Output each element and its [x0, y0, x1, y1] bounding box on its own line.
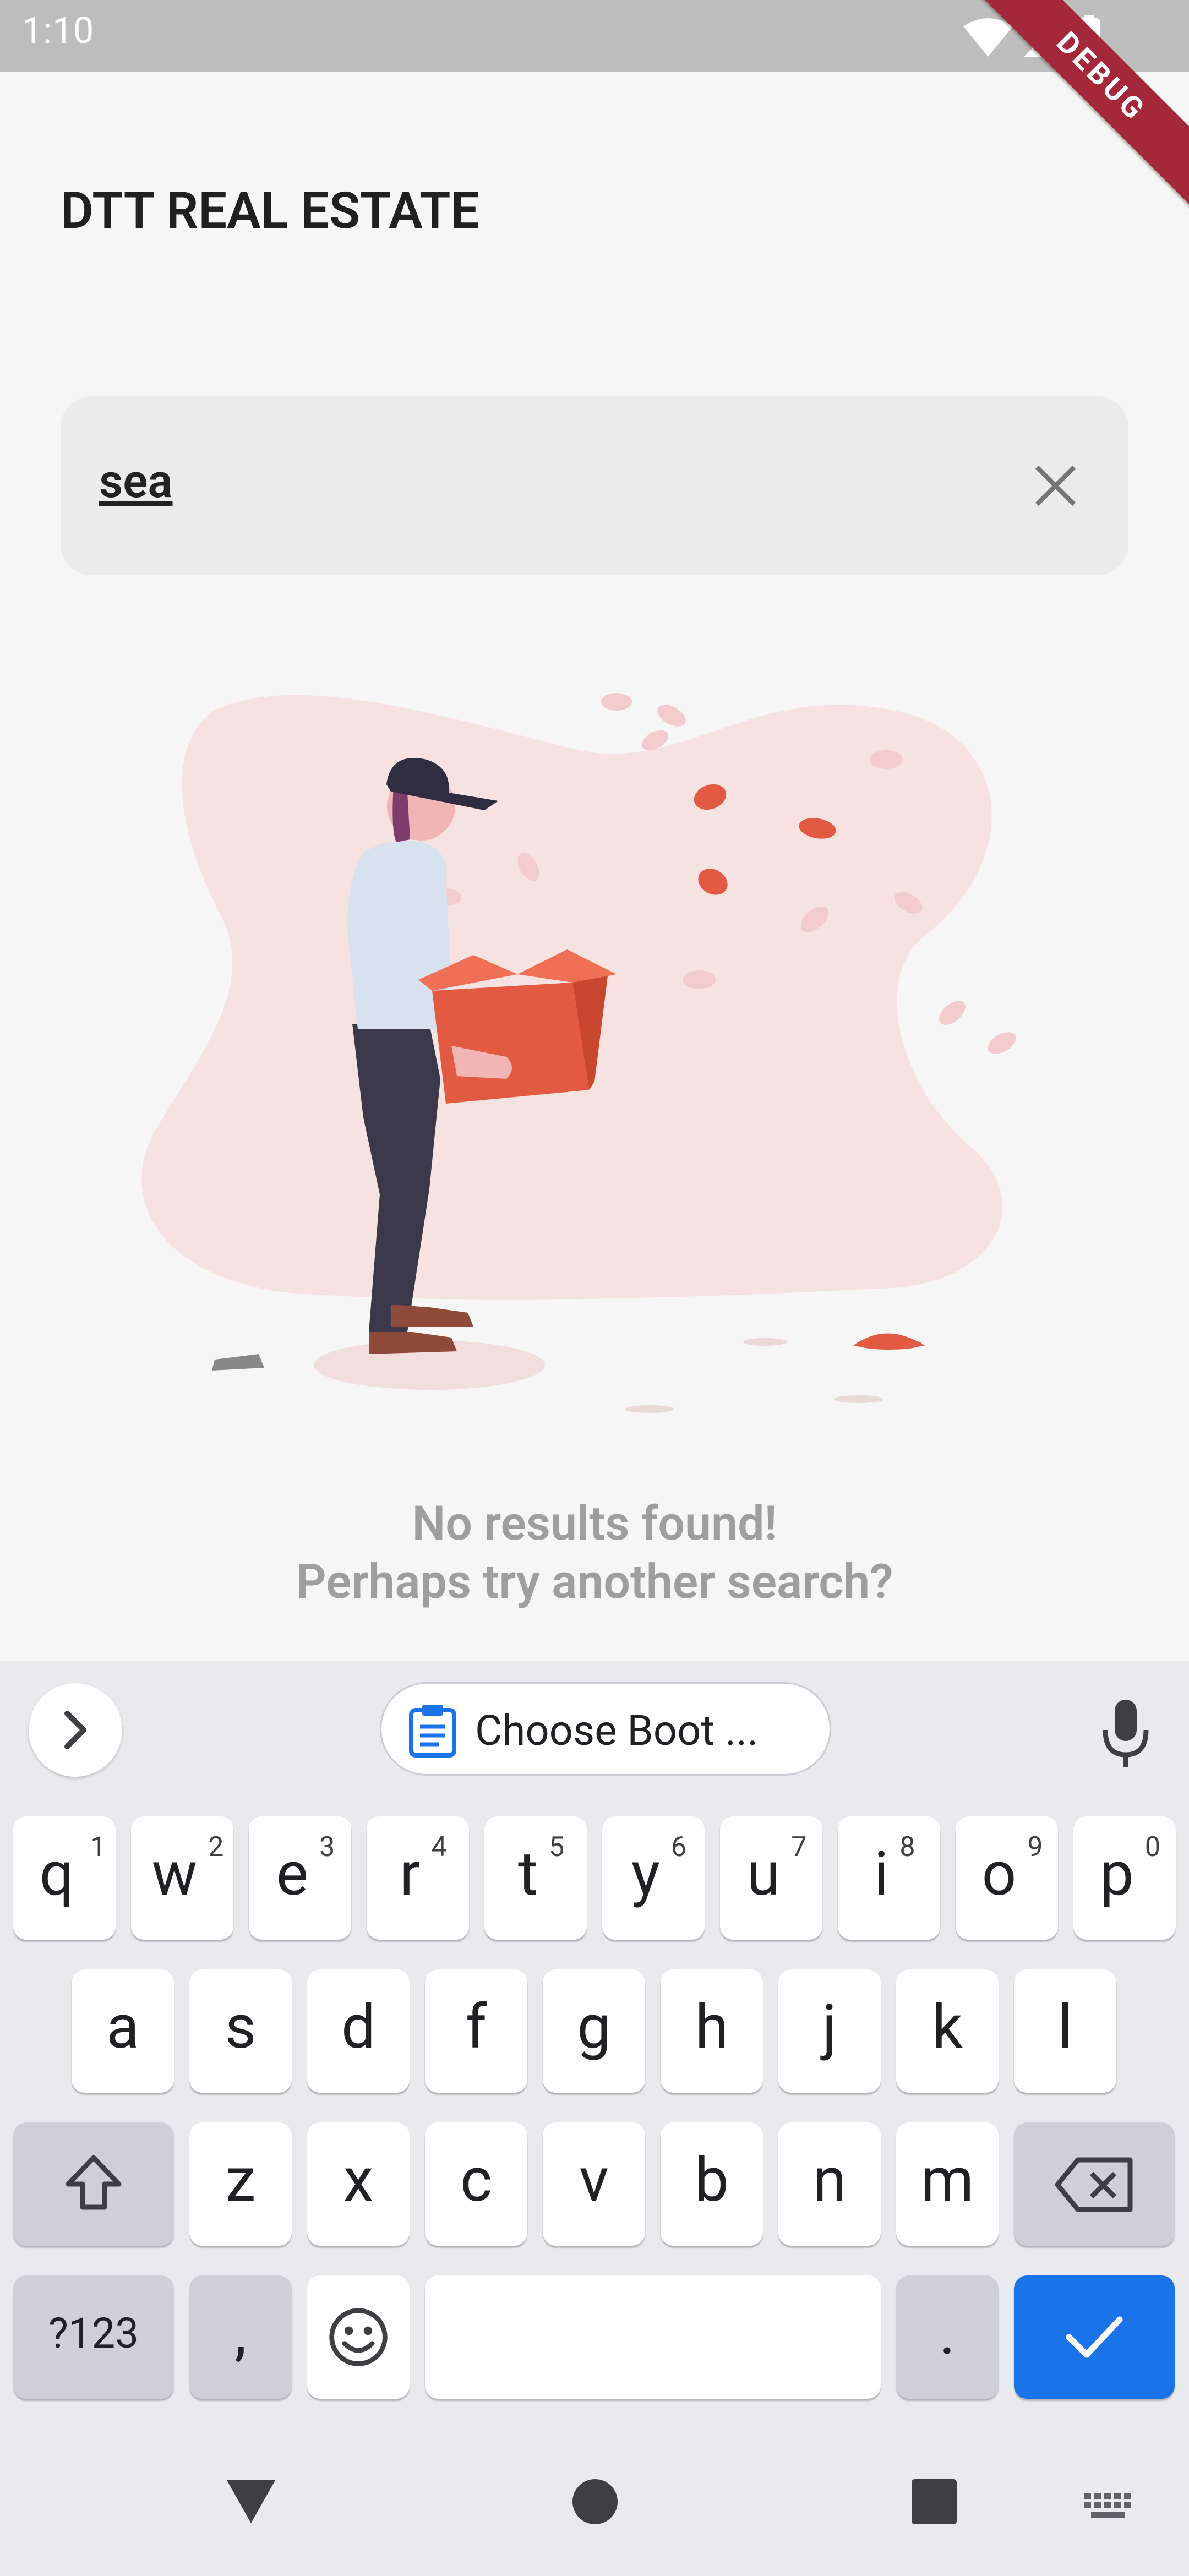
- key-g[interactable]: g: [543, 1969, 645, 2093]
- key-x[interactable]: x: [307, 2122, 410, 2246]
- box-front: [432, 983, 589, 1104]
- emoji-icon: [329, 2308, 388, 2366]
- wifi-icon: [963, 18, 1013, 57]
- microphone-icon[interactable]: [1095, 1697, 1156, 1769]
- navigation-bar: [0, 2433, 1189, 2576]
- page-title: DTT REAL ESTATE: [61, 182, 479, 241]
- key-u[interactable]: u7: [720, 1816, 822, 1940]
- comma-key[interactable]: ,: [189, 2275, 292, 2399]
- expand-toolbar-button[interactable]: [29, 1683, 122, 1777]
- key-o[interactable]: o9: [956, 1816, 1058, 1940]
- key-q[interactable]: q1: [13, 1816, 116, 1940]
- key-j[interactable]: j: [778, 1969, 881, 2093]
- check-icon: [1066, 2316, 1123, 2358]
- clipboard-suggestion-chip[interactable]: Choose Boot ...: [380, 1682, 831, 1776]
- key-z[interactable]: z: [189, 2122, 292, 2246]
- keyboard-toolbar: Choose Boot ...: [0, 1661, 1189, 1799]
- period-key[interactable]: .: [896, 2275, 999, 2399]
- key-m[interactable]: m: [896, 2122, 999, 2246]
- key-w[interactable]: w2: [131, 1816, 233, 1940]
- key-s[interactable]: s: [189, 1969, 292, 2093]
- clipboard-suggestion-text: Choose Boot ...: [475, 1706, 759, 1755]
- key-i[interactable]: i8: [838, 1816, 940, 1940]
- key-e[interactable]: e3: [249, 1816, 351, 1940]
- home-icon[interactable]: [571, 2478, 619, 2525]
- empty-state-line1: No results found!: [412, 1496, 777, 1551]
- done-key[interactable]: [1014, 2275, 1175, 2399]
- empty-state-message: No results found! Perhaps try another se…: [0, 1494, 1189, 1611]
- backspace-icon: [1055, 2157, 1133, 2212]
- close-icon[interactable]: [1027, 457, 1084, 515]
- keyboard-switch-icon[interactable]: [1084, 2493, 1134, 2524]
- key-l[interactable]: l: [1014, 1969, 1116, 2093]
- key-y[interactable]: y6: [602, 1816, 705, 1940]
- search-query[interactable]: sea: [99, 454, 173, 509]
- empty-state-line2: Perhaps try another search?: [296, 1554, 893, 1609]
- recents-icon[interactable]: [912, 2479, 957, 2524]
- back-icon[interactable]: [225, 2477, 277, 2526]
- ground-specks: [625, 1338, 883, 1413]
- search-input[interactable]: sea: [61, 396, 1128, 575]
- key-a[interactable]: a: [72, 1969, 174, 2093]
- shift-icon: [66, 2155, 122, 2210]
- rock: [212, 1354, 264, 1371]
- key-t[interactable]: t5: [484, 1816, 587, 1940]
- symbols-key[interactable]: ?123: [13, 2275, 174, 2399]
- clipboard-icon: [409, 1705, 456, 1758]
- key-d[interactable]: d: [307, 1969, 410, 2093]
- key-k[interactable]: k: [896, 1969, 999, 2093]
- emoji-key[interactable]: [307, 2275, 410, 2399]
- key-c[interactable]: c: [425, 2122, 527, 2246]
- shift-key[interactable]: [13, 2122, 174, 2246]
- key-p[interactable]: p0: [1073, 1816, 1176, 1940]
- space-key[interactable]: [425, 2275, 881, 2399]
- status-time: 1:10: [22, 10, 95, 52]
- backspace-key[interactable]: [1014, 2122, 1175, 2246]
- key-b[interactable]: b: [661, 2122, 763, 2246]
- key-v[interactable]: v: [543, 2122, 645, 2246]
- key-n[interactable]: n: [778, 2122, 881, 2246]
- chevron-right-icon: [64, 1711, 86, 1749]
- key-f[interactable]: f: [425, 1969, 527, 2093]
- key-r[interactable]: r4: [367, 1816, 469, 1940]
- key-h[interactable]: h: [661, 1969, 763, 2093]
- empty-state-illustration: [141, 693, 1016, 1413]
